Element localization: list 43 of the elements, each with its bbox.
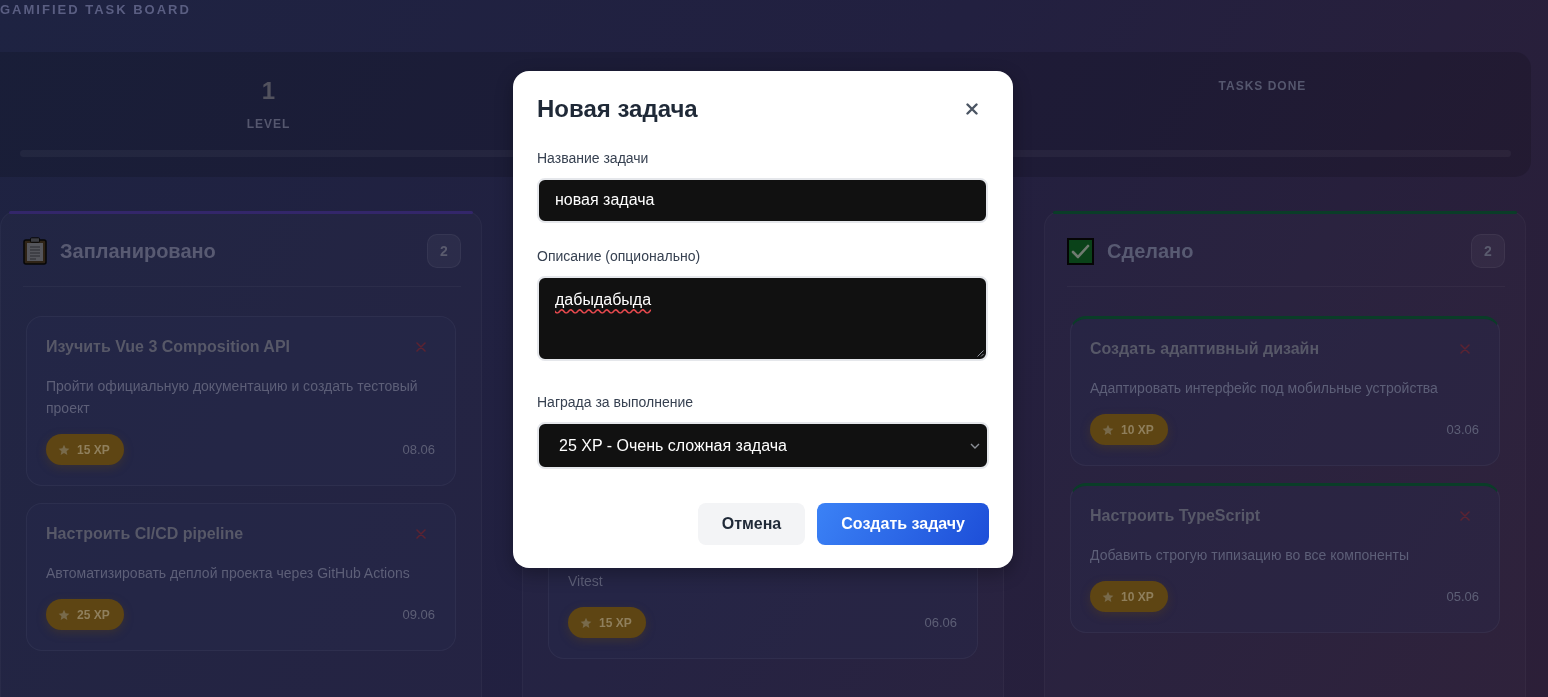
task-description: Vitest <box>568 572 604 591</box>
resize-grip-icon[interactable] <box>976 349 984 357</box>
task-description: Добавить строгую типизацию во все компоненты <box>1090 546 1410 565</box>
description-field[interactable]: дабыдабыда <box>537 276 988 361</box>
field-label: Название задачи <box>537 149 650 168</box>
task-date: 09.06 <box>402 607 435 622</box>
close-icon[interactable] <box>966 103 978 115</box>
stat-label: TASKS DONE <box>1218 78 1307 94</box>
create-task-button[interactable]: Создать задачу <box>817 503 989 545</box>
delete-icon[interactable] <box>1460 344 1470 354</box>
xp-amount: 10 XP <box>1121 589 1154 604</box>
column-title: Сделано <box>1107 239 1195 263</box>
field-label: Описание (опционально) <box>537 247 702 266</box>
star-icon <box>58 443 70 456</box>
task-name-field[interactable]: новая задача <box>537 178 988 223</box>
task-date: 06.06 <box>924 615 957 630</box>
star-icon <box>580 616 592 629</box>
stat-label: LEVEL <box>246 116 291 132</box>
task-description: Пройти официальную документацию и создать тестовый проект <box>46 377 419 418</box>
task-date: 03.06 <box>1446 422 1479 437</box>
xp-amount: 15 XP <box>77 442 110 457</box>
task-description: Автоматизировать деплой проекта через GitHub Actions <box>46 564 411 583</box>
delete-icon[interactable] <box>416 529 426 539</box>
star-icon <box>58 608 70 621</box>
field-label: Награда за выполнение <box>537 393 695 412</box>
task-date: 05.06 <box>1446 589 1479 604</box>
cancel-button[interactable]: Отмена <box>697 503 806 545</box>
star-icon <box>1102 590 1114 603</box>
star-icon <box>1102 423 1114 436</box>
dialog-title: Новая задача <box>537 94 698 124</box>
chevron-down-icon <box>970 442 980 449</box>
stat-value: 1 <box>261 76 276 106</box>
task-description: Адаптировать интерфейс под мобильные устройства <box>1090 379 1439 398</box>
app-title: GAMIFIED TASK BOARD <box>0 3 191 17</box>
xp-amount: 10 XP <box>1121 422 1154 437</box>
checkmark-icon <box>1067 237 1094 265</box>
task-date: 08.06 <box>402 442 435 457</box>
xp-amount: 15 XP <box>599 615 632 630</box>
reward-select[interactable]: 25 XP - Очень сложная задача <box>537 422 989 469</box>
xp-amount: 25 XP <box>77 607 110 622</box>
clipboard-icon <box>23 237 47 265</box>
delete-icon[interactable] <box>416 342 426 352</box>
delete-icon[interactable] <box>1460 511 1470 521</box>
